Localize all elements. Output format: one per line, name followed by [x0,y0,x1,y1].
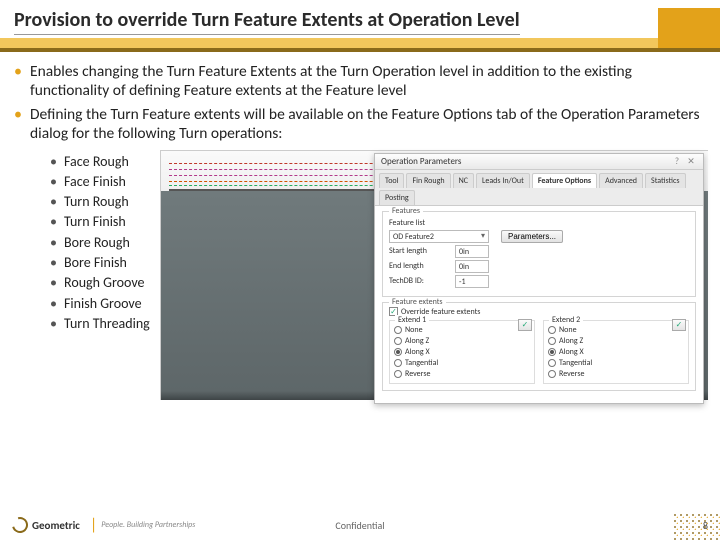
ext1-along-z[interactable]: Along Z [394,336,530,346]
dialog-title-text: Operation Parameters [381,156,461,167]
tab-posting[interactable]: Posting [379,190,415,205]
dialog-tabs: Tool Fin Rough NC Leads In/Out Feature O… [375,170,703,206]
sub-bullet: Face Finish [50,172,150,192]
accent-dark [0,48,720,52]
sub-bullet: Face Rough [50,152,150,172]
start-length-field[interactable]: 0in [455,245,489,258]
ext2-none[interactable]: None [548,325,684,335]
tab-nc[interactable]: NC [453,173,474,188]
extend1-title: Extend 1 [395,315,429,325]
end-length-label: End length [389,261,451,271]
sub-area: Face Rough Face Finish Turn Rough Turn F… [12,150,708,400]
extend1-group: Extend 1 ✓ None Along Z Along X Tangenti… [389,320,535,384]
tab-tool[interactable]: Tool [379,173,404,188]
title-bar: Provision to override Turn Feature Exten… [0,0,720,39]
extents-columns: Extend 1 ✓ None Along Z Along X Tangenti… [389,320,689,384]
ext1-tangential[interactable]: Tangential [394,358,530,368]
extend2-pick-button[interactable]: ✓ [672,319,686,331]
close-icon[interactable]: ✕ [685,156,697,167]
slide: Provision to override Turn Feature Exten… [0,0,720,540]
sub-bullet: Bore Finish [50,253,150,273]
feature-list-label: Feature list [389,218,451,228]
sub-bullets: Face Rough Face Finish Turn Rough Turn F… [50,152,150,335]
ext1-along-x[interactable]: Along X [394,347,530,357]
extend1-pick-button[interactable]: ✓ [518,319,532,331]
bullet-2: Defining the Turn Feature extents will b… [12,105,708,144]
accent-strip [0,38,658,48]
override-checkbox[interactable]: ✓ Override feature extents [389,307,689,317]
parameters-button[interactable]: Parameters... [501,230,563,243]
slide-title: Provision to override Turn Feature Exten… [14,8,520,35]
footer-divider: | [90,516,97,535]
corner-decoration [672,512,720,540]
tab-statistics[interactable]: Statistics [645,173,685,188]
feature-extents-group: Feature extents ✓ Override feature exten… [382,302,696,391]
window-controls: ? ✕ [671,156,697,167]
features-group-title: Features [389,206,423,216]
features-group: Features Feature list OD Feature2 Parame… [382,211,696,297]
brand-name: Geometric [32,519,80,532]
content-area: Enables changing the Turn Feature Extent… [12,62,708,400]
dialog-body: Features Feature list OD Feature2 Parame… [375,206,703,403]
techdb-label: TechDB ID: [389,276,451,286]
confidential-label: Confidential [335,519,384,532]
main-bullets: Enables changing the Turn Feature Extent… [12,62,708,144]
sub-bullet: Turn Rough [50,192,150,212]
ext2-along-x[interactable]: Along X [548,347,684,357]
logo-icon [9,514,31,536]
feature-combo[interactable]: OD Feature2 [389,230,489,243]
extend2-group: Extend 2 ✓ None Along Z Along X Tangenti… [543,320,689,384]
extend2-title: Extend 2 [549,315,583,325]
screenshot-figure: Operation Parameters ? ✕ Tool Fin Rough … [160,150,708,400]
ext1-none[interactable]: None [394,325,530,335]
accent-block [658,8,720,48]
help-icon[interactable]: ? [671,156,683,167]
extents-group-title: Feature extents [389,297,446,307]
tagline: People. Building Partnerships [101,520,195,530]
sub-bullet: Finish Groove [50,294,150,314]
sub-bullet: Turn Finish [50,212,150,232]
tab-feature-options[interactable]: Feature Options [532,173,597,188]
sub-bullet: Turn Threading [50,314,150,334]
operation-parameters-dialog: Operation Parameters ? ✕ Tool Fin Rough … [374,153,704,404]
ext2-reverse[interactable]: Reverse [548,369,684,379]
dialog-titlebar[interactable]: Operation Parameters ? ✕ [375,154,703,170]
bullet-1: Enables changing the Turn Feature Extent… [12,62,708,101]
tab-finrough[interactable]: Fin Rough [406,173,450,188]
sub-bullet: Rough Groove [50,273,150,293]
start-length-label: Start length [389,246,451,256]
techdb-field[interactable]: -1 [455,275,489,288]
ext2-along-z[interactable]: Along Z [548,336,684,346]
sub-bullet: Bore Rough [50,233,150,253]
tab-leads[interactable]: Leads In/Out [476,173,530,188]
tab-advanced[interactable]: Advanced [599,173,643,188]
slide-footer: Geometric | People. Building Partnership… [0,510,720,540]
ext1-reverse[interactable]: Reverse [394,369,530,379]
ext2-tangential[interactable]: Tangential [548,358,684,368]
end-length-field[interactable]: 0in [455,260,489,273]
